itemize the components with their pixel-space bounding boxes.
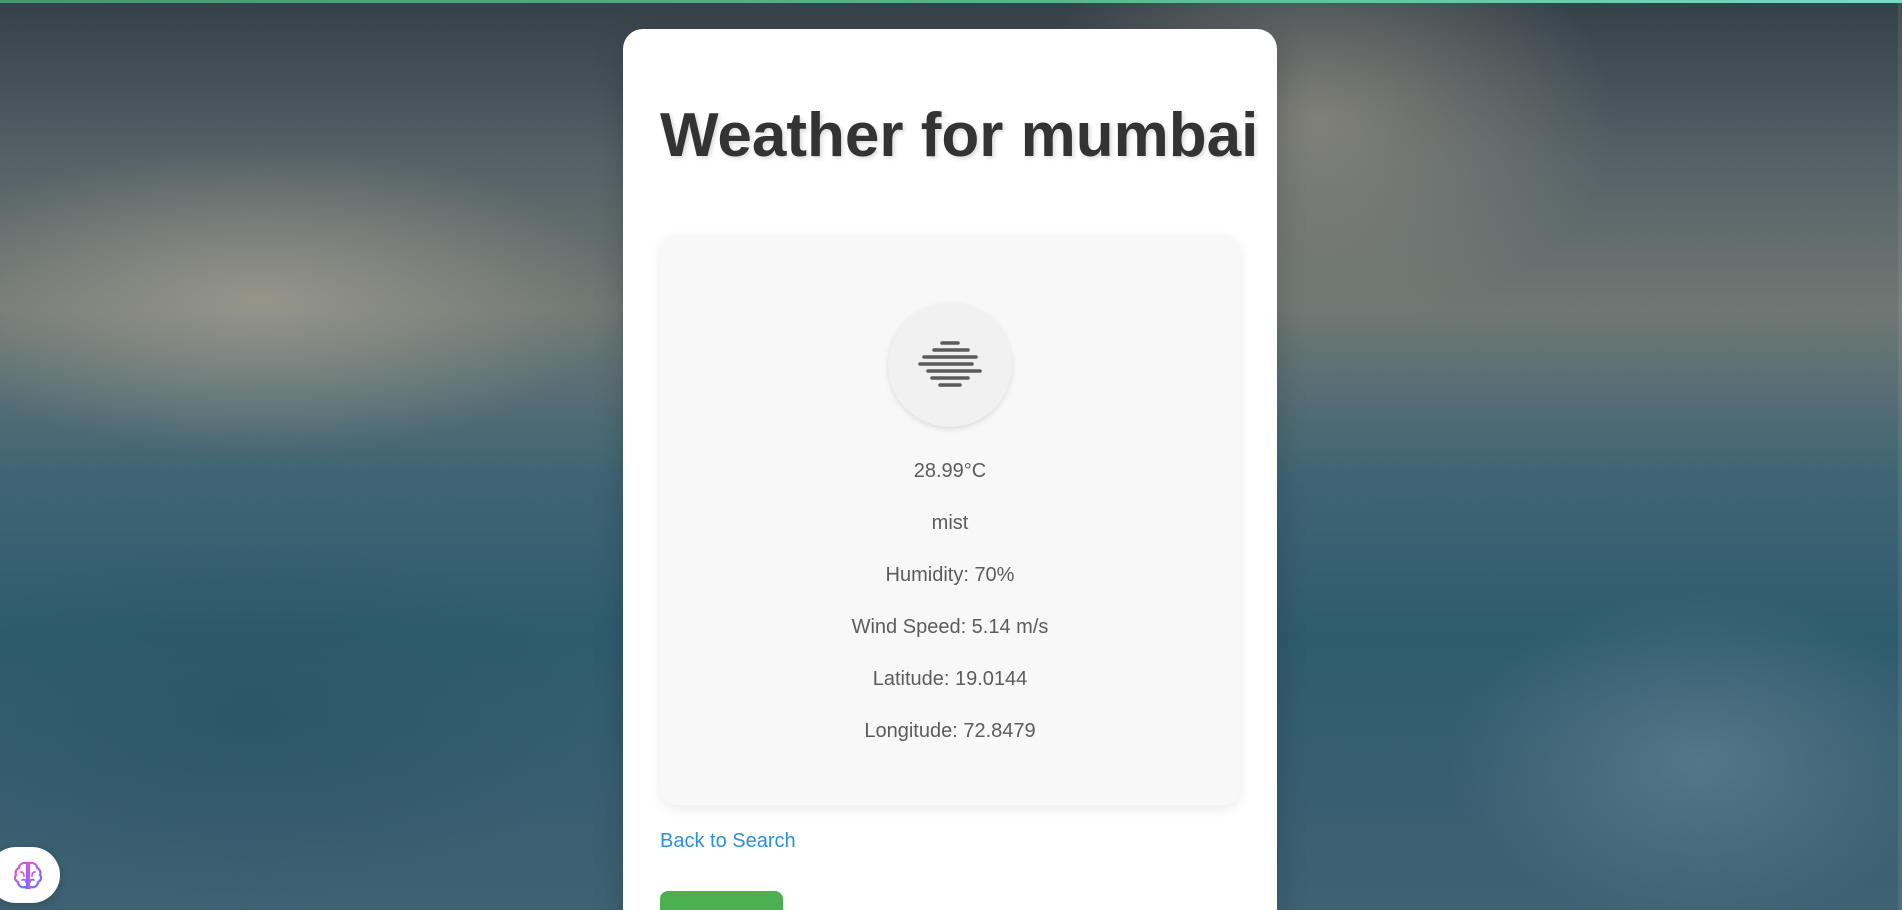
assistant-launcher-button[interactable] <box>0 847 60 903</box>
temperature-value: 28.99°C <box>913 460 987 482</box>
page-scrollbar[interactable] <box>1898 3 1902 910</box>
latitude-value: Latitude: 19.0144 <box>872 668 1028 690</box>
back-to-search-link[interactable]: Back to Search <box>660 830 796 853</box>
page-title: Weather for mumbai <box>660 101 1259 170</box>
humidity-value: Humidity: 70% <box>885 564 1015 586</box>
weather-icon-badge <box>888 303 1012 427</box>
weather-card: Weather for mumbai 28.99°C mist Humidity… <box>623 29 1277 910</box>
longitude-value: Longitude: 72.8479 <box>864 720 1036 742</box>
weather-details-panel: 28.99°C mist Humidity: 70% Wind Speed: 5… <box>660 235 1240 805</box>
wind-speed-value: Wind Speed: 5.14 m/s <box>851 616 1049 638</box>
weather-description: mist <box>931 512 969 534</box>
top-accent-bar <box>0 0 1902 3</box>
primary-action-button[interactable] <box>660 891 783 910</box>
mist-icon <box>918 341 982 387</box>
brain-icon <box>13 861 43 890</box>
